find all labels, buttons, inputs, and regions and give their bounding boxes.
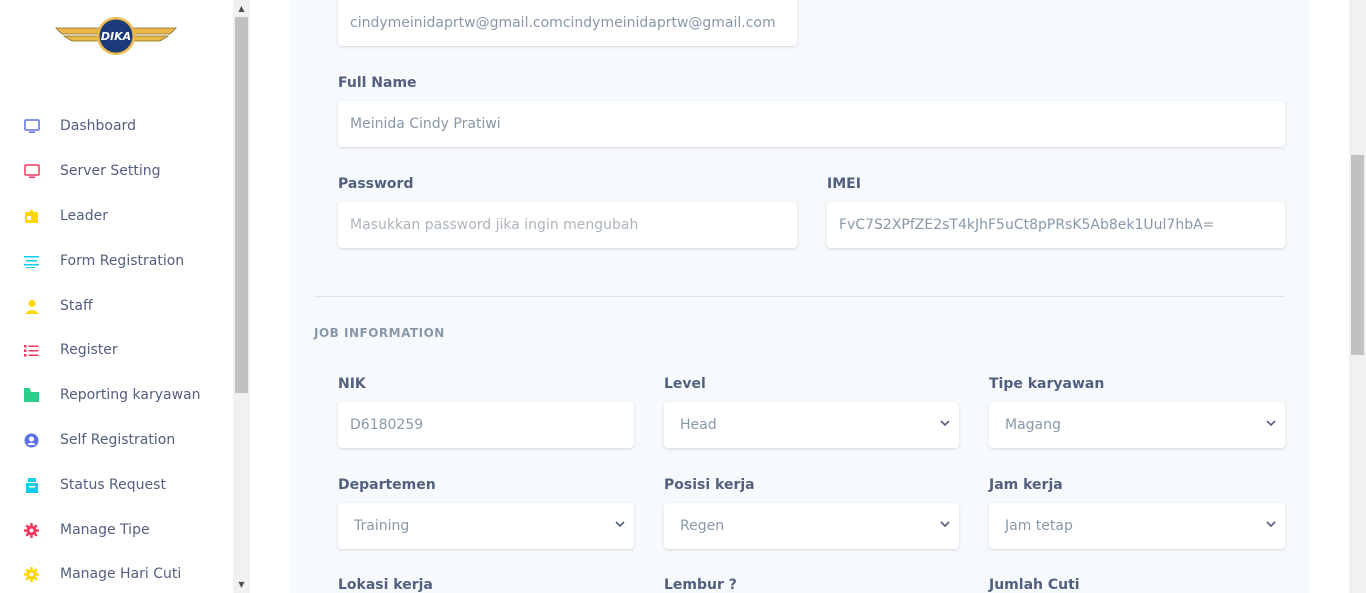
imei-field[interactable]: FvC7S2XPfZE2sT4kJhF5uCt8pPRsK5Ab8ek1Uul7…: [827, 202, 1285, 248]
sidebar-item-label: Dashboard: [60, 118, 136, 134]
sidebar-item-label: Manage Hari Cuti: [60, 566, 182, 582]
sidebar: DIKA Dashboard Server Setting Leader For…: [0, 0, 233, 593]
imei-label: IMEI: [827, 176, 861, 192]
user-icon: [23, 298, 40, 315]
posisi-kerja-select[interactable]: Regen: [664, 503, 959, 549]
tipe-karyawan-select-value: Magang: [1005, 417, 1061, 433]
sidebar-item-form-registration[interactable]: Form Registration: [0, 241, 233, 281]
full-name-label: Full Name: [338, 75, 417, 91]
sidebar-item-label: Register: [60, 342, 118, 358]
full-name-field[interactable]: Meinida Cindy Pratiwi: [338, 101, 1285, 147]
departemen-select-value: Training: [354, 518, 410, 534]
scroll-down-arrow-icon[interactable]: ▼: [233, 576, 250, 593]
job-information-heading: JOB INFORMATION: [314, 326, 445, 340]
logo-text: DIKA: [101, 30, 131, 43]
sidebar-item-label: Reporting karyawan: [60, 387, 201, 403]
sidebar-item-manage-hari-cuti[interactable]: Manage Hari Cuti: [0, 554, 233, 593]
user-circle-icon: [23, 432, 40, 449]
departemen-select[interactable]: Training: [338, 503, 634, 549]
chevron-down-icon: [1266, 521, 1276, 528]
sidebar-item-dashboard[interactable]: Dashboard: [0, 106, 233, 146]
jam-kerja-select[interactable]: Jam tetap: [989, 503, 1285, 549]
jam-kerja-label: Jam kerja: [989, 477, 1063, 493]
list-icon: [23, 342, 40, 359]
tipe-karyawan-label: Tipe karyawan: [989, 376, 1105, 392]
tipe-karyawan-select[interactable]: Magang: [989, 402, 1285, 448]
chevron-down-icon: [940, 521, 950, 528]
folder-icon: [23, 387, 40, 404]
posisi-kerja-select-value: Regen: [680, 518, 725, 534]
badge-icon: [23, 208, 40, 225]
sidebar-item-status-request[interactable]: Status Request: [0, 465, 233, 505]
departemen-label: Departemen: [338, 477, 436, 493]
sidebar-scrollbar-thumb[interactable]: [235, 17, 248, 393]
gear-icon: [23, 522, 40, 539]
level-select-value: Head: [680, 417, 717, 433]
main-scrollbar-thumb[interactable]: [1351, 155, 1364, 355]
level-select[interactable]: Head: [664, 402, 959, 448]
monitor-icon: [23, 163, 40, 180]
chevron-down-icon: [940, 420, 950, 427]
jam-kerja-select-value: Jam tetap: [1005, 518, 1073, 534]
sidebar-item-label: Staff: [60, 298, 93, 314]
sidebar-item-manage-tipe[interactable]: Manage Tipe: [0, 510, 233, 550]
section-divider: [314, 296, 1285, 297]
sidebar-item-label: Manage Tipe: [60, 522, 150, 538]
archive-icon: [23, 477, 40, 494]
password-field[interactable]: Masukkan password jika ingin mengubah: [338, 202, 797, 248]
password-label: Password: [338, 176, 414, 192]
sidebar-item-label: Form Registration: [60, 253, 185, 269]
jumlah-cuti-label: Jumlah Cuti: [989, 577, 1080, 593]
sidebar-item-leader[interactable]: Leader: [0, 196, 233, 236]
sidebar-item-self-registration[interactable]: Self Registration: [0, 420, 233, 460]
scroll-up-arrow-icon[interactable]: ▲: [233, 0, 250, 17]
nik-field[interactable]: D6180259: [338, 402, 634, 448]
email-field[interactable]: cindymeinidaprtw@gmail.comcindymeinidapr…: [338, 0, 797, 46]
posisi-kerja-label: Posisi kerja: [664, 477, 755, 493]
chevron-down-icon: [1266, 420, 1276, 427]
nik-label: NIK: [338, 376, 366, 392]
align-left-icon: [23, 253, 40, 270]
sidebar-item-server-setting[interactable]: Server Setting: [0, 151, 233, 191]
sidebar-item-register[interactable]: Register: [0, 330, 233, 370]
chevron-down-icon: [615, 521, 625, 528]
monitor-icon: [23, 118, 40, 135]
sidebar-item-label: Leader: [60, 208, 109, 224]
sidebar-item-label: Server Setting: [60, 163, 161, 179]
lembur-label: Lembur ?: [664, 577, 737, 593]
sidebar-item-label: Self Registration: [60, 432, 176, 448]
sidebar-item-staff[interactable]: Staff: [0, 286, 233, 326]
dika-logo[interactable]: DIKA: [52, 14, 180, 58]
level-label: Level: [664, 376, 706, 392]
sidebar-item-label: Status Request: [60, 477, 166, 493]
lokasi-kerja-label: Lokasi kerja: [338, 577, 433, 593]
gear-icon: [23, 566, 40, 583]
sidebar-item-reporting-karyawan[interactable]: Reporting karyawan: [0, 375, 233, 415]
